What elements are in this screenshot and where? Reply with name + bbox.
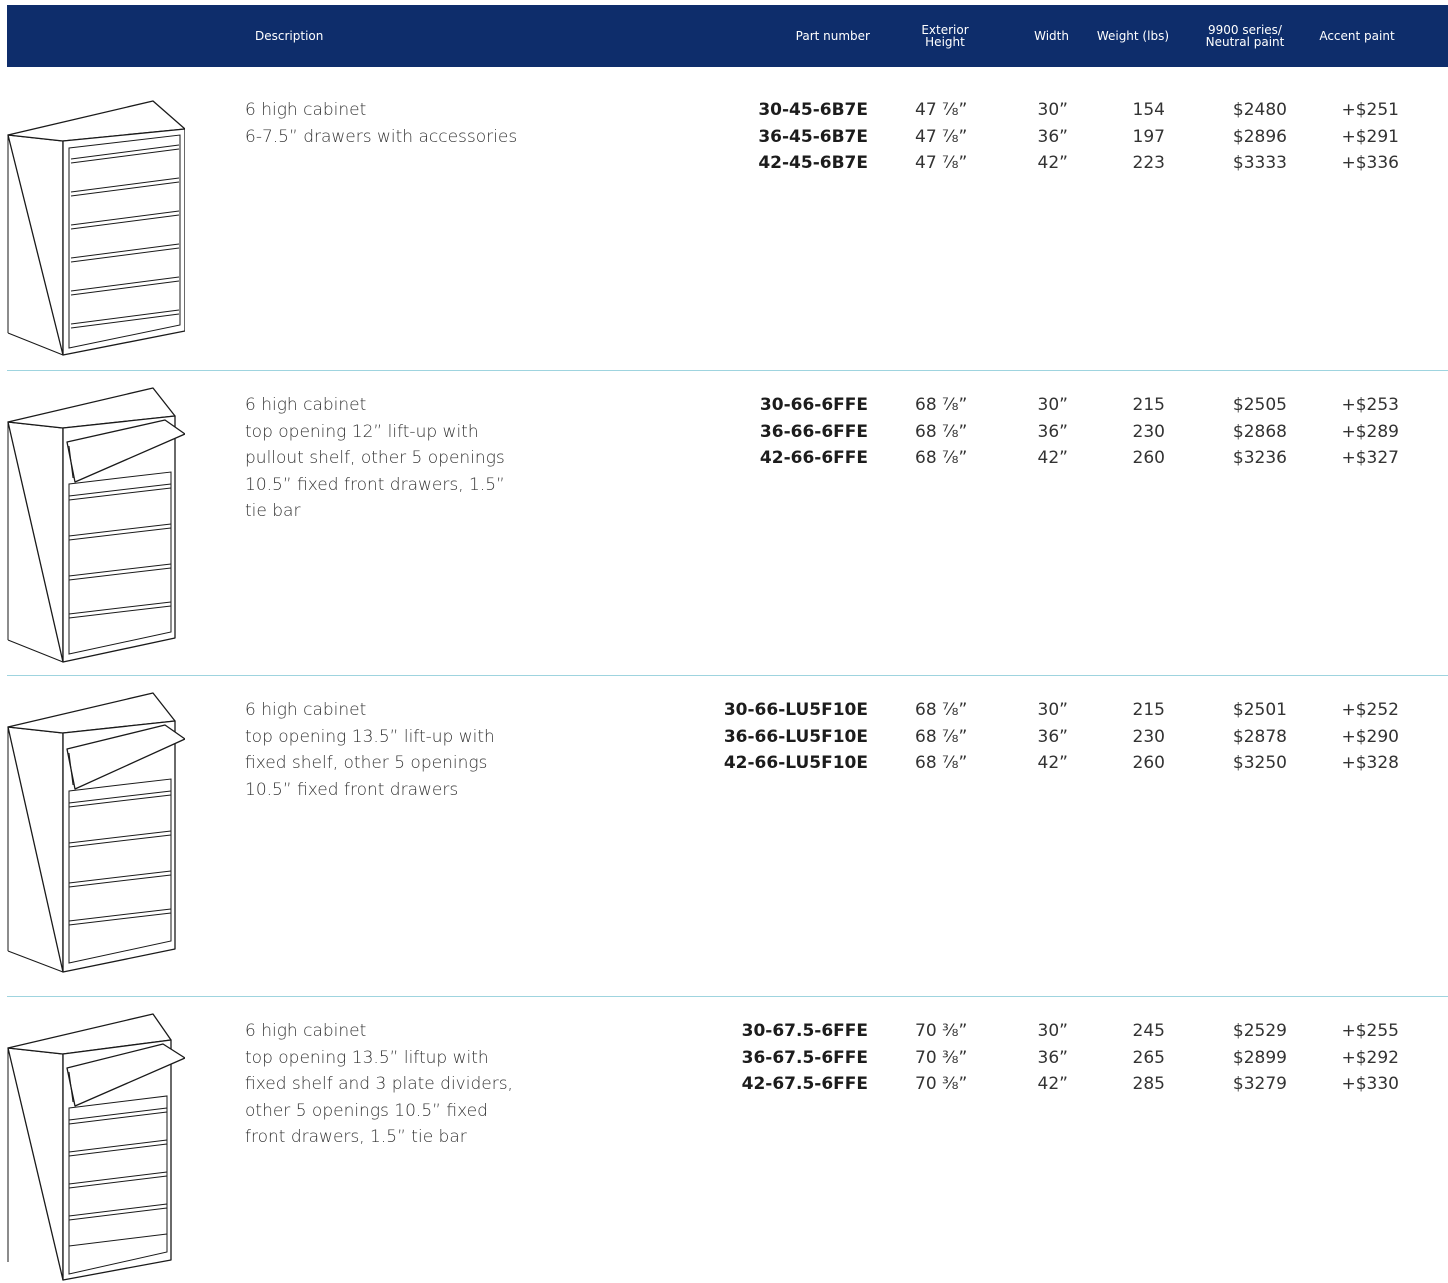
row-divider — [7, 996, 1448, 997]
header-description: Description — [255, 29, 324, 43]
row-description: 6 high cabinet top opening 13.5” lift-up… — [245, 700, 495, 800]
weight-cell: 245 265 285 — [1132, 1021, 1165, 1094]
header-exterior-height: Exterior Height — [921, 23, 969, 49]
header-part-number: Part number — [795, 29, 870, 43]
part-number-cell: 30-45-6B7E 36-45-6B7E 42-45-6B7E — [758, 100, 868, 173]
header-neutral-paint: 9900 series/ Neutral paint — [1205, 23, 1285, 49]
width-cell: 30” 36” 42” — [1037, 1021, 1068, 1094]
part-number-cell: 30-66-6FFE 36-66-6FFE 42-66-6FFE — [759, 395, 868, 468]
neutral-price-cell: $2501 $2878 $3250 — [1232, 700, 1287, 773]
neutral-price-cell: $2505 $2868 $3236 — [1232, 395, 1287, 468]
height-cell: 68 ⅞” 68 ⅞” 68 ⅞” — [915, 700, 968, 773]
part-number-cell: 30-67.5-6FFE 36-67.5-6FFE 42-67.5-6FFE — [741, 1021, 868, 1094]
weight-cell: 154 197 223 — [1132, 100, 1165, 173]
lateral-file-cabinet-6-drawer-icon — [5, 99, 185, 359]
header-weight: Weight (lbs) — [1096, 29, 1169, 43]
accent-price-cell: +$251 +$291 +$336 — [1341, 100, 1399, 173]
height-cell: 70 ⅜” 70 ⅜” 70 ⅜” — [915, 1021, 968, 1094]
width-cell: 30” 36” 42” — [1037, 100, 1068, 173]
accent-price-cell: +$253 +$289 +$327 — [1341, 395, 1399, 468]
neutral-price-cell: $2529 $2899 $3279 — [1232, 1021, 1287, 1094]
row-divider — [7, 370, 1448, 371]
lateral-file-cabinet-lift-up-icon — [5, 386, 185, 666]
accent-price-cell: +$255 +$292 +$330 — [1341, 1021, 1399, 1094]
table-header: Description Part number Exterior Height … — [7, 5, 1448, 67]
header-accent-paint: Accent paint — [1319, 29, 1395, 43]
lateral-file-cabinet-lift-up-icon — [5, 1012, 185, 1282]
neutral-price-cell: $2480 $2896 $3333 — [1232, 100, 1287, 173]
height-cell: 68 ⅞” 68 ⅞” 68 ⅞” — [915, 395, 968, 468]
row-description: 6 high cabinet top opening 13.5” liftup … — [245, 1021, 513, 1147]
row-description: 6 high cabinet top opening 12” lift-up w… — [245, 395, 505, 521]
lateral-file-cabinet-lift-up-icon — [5, 691, 185, 976]
weight-cell: 215 230 260 — [1132, 700, 1165, 773]
row-divider — [7, 675, 1448, 676]
weight-cell: 215 230 260 — [1132, 395, 1165, 468]
header-width: Width — [1034, 29, 1069, 43]
part-number-cell: 30-66-LU5F10E 36-66-LU5F10E 42-66-LU5F10E — [723, 700, 868, 773]
height-cell: 47 ⅞” 47 ⅞” 47 ⅞” — [915, 100, 968, 173]
row-description: 6 high cabinet 6-7.5” drawers with acces… — [245, 100, 518, 147]
accent-price-cell: +$252 +$290 +$328 — [1341, 700, 1399, 773]
width-cell: 30” 36” 42” — [1037, 700, 1068, 773]
width-cell: 30” 36” 42” — [1037, 395, 1068, 468]
